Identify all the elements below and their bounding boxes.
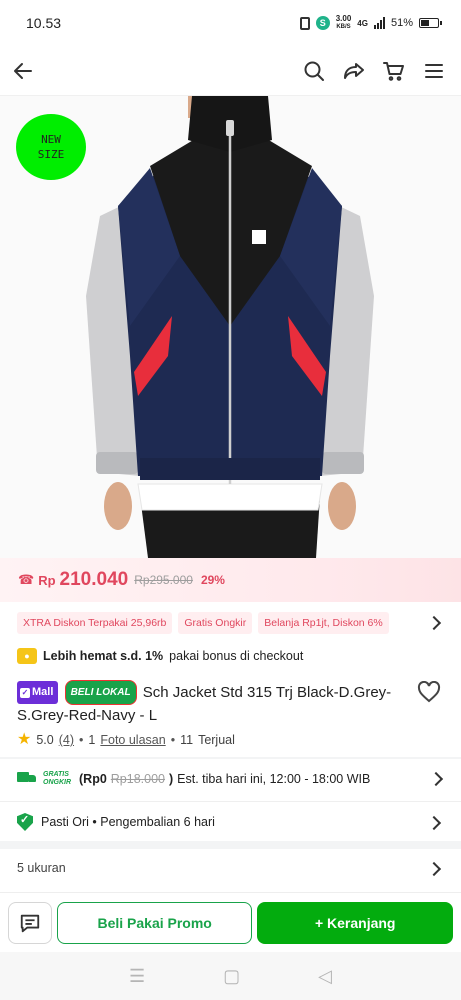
chevron-right-icon[interactable] [426, 861, 442, 877]
gratis-ongkir-logo: GRATIS ONGKIR [43, 771, 71, 786]
chat-button[interactable] [8, 901, 52, 944]
network-speed: 3.00 KB/S [335, 14, 352, 31]
bonus-info: ● Lebih hemat s.d. 1% pakai bonus di che… [17, 646, 303, 666]
beli-lokal-badge: BELI LOKAL [64, 680, 137, 705]
chat-icon [20, 914, 40, 932]
size-selector-row[interactable]: 5 ukuran [17, 857, 66, 879]
coin-icon: ● [17, 648, 37, 664]
promo-tag: Belanja Rp1jt, Diskon 6% [258, 612, 389, 634]
promo-tag: Gratis Ongkir [178, 612, 253, 634]
photo-review-link[interactable]: Foto ulasan [100, 733, 165, 747]
vibrate-icon [299, 16, 310, 30]
divider [0, 801, 461, 802]
menu-icon[interactable] [421, 58, 447, 84]
status-time: 10.53 [26, 15, 62, 31]
product-title-block: ✓ Mall BELI LOKAL Sch Jacket Std 315 Trj … [17, 680, 417, 726]
truck-icon [17, 772, 37, 786]
guarantee-row[interactable]: Pasti Ori • Pengembalian 6 hari [17, 811, 215, 833]
battery-icon [419, 18, 442, 28]
bottom-action-bar: Beli Pakai Promo + Keranjang [0, 892, 461, 952]
chevron-right-icon[interactable] [426, 815, 442, 831]
top-navigation [0, 46, 461, 96]
shield-check-icon [17, 813, 33, 831]
rating-row: ★ 5.0 (4) • 1 Foto ulasan • 11 Terjual [17, 731, 235, 748]
flash-sale-icon: ☎ [18, 572, 35, 587]
home-icon[interactable]: ▢ [223, 966, 240, 987]
buy-with-promo-button[interactable]: Beli Pakai Promo [56, 901, 253, 944]
check-icon: ✓ [20, 687, 30, 698]
divider [0, 841, 461, 849]
chevron-right-icon[interactable] [428, 771, 444, 787]
app-notification-icon: S [315, 16, 330, 30]
sold-count: 11 [180, 733, 194, 747]
battery-percent: 51% [390, 17, 413, 29]
chevron-right-icon[interactable] [426, 615, 442, 631]
signal-icon [373, 17, 385, 29]
promo-tag: XTRA Diskon Terpakai 25,96rb [17, 612, 173, 634]
price-original: Rp295.000 [134, 573, 193, 587]
status-icons: S 3.00 KB/S 4G 51% [299, 14, 442, 31]
promo-tags[interactable]: XTRA Diskon Terpakai 25,96rb Gratis Ongk… [0, 610, 461, 636]
recent-apps-icon[interactable]: ☰ [129, 966, 145, 987]
price-section: ☎ Rp 210.040 Rp295.000 29% [0, 558, 461, 602]
photo-review-count: 1 [88, 733, 96, 747]
shipping-row[interactable]: GRATIS ONGKIR (Rp0 Rp18.000) Est. tiba har… [17, 768, 447, 790]
rating-count-link[interactable]: (4) [59, 733, 74, 747]
network-type: 4G [357, 18, 368, 28]
product-image[interactable]: NEW SIZE [0, 96, 461, 558]
system-navigation-bar: ☰ ▢ ◁ [0, 952, 461, 1000]
divider [0, 757, 461, 759]
price-currency: Rp [38, 572, 56, 588]
nav-actions [301, 58, 447, 84]
search-icon[interactable] [301, 58, 327, 84]
status-bar: 10.53 S 3.00 KB/S 4G 51% [0, 0, 461, 46]
sold-label: Terjual [198, 733, 235, 747]
new-size-badge: NEW SIZE [16, 114, 86, 180]
share-icon[interactable] [341, 58, 367, 84]
discount-percent: 29% [200, 573, 225, 587]
add-to-cart-button[interactable]: + Keranjang [257, 901, 453, 944]
mall-badge: ✓ Mall [17, 681, 59, 704]
star-icon: ★ [17, 731, 32, 748]
wishlist-heart-icon[interactable] [417, 680, 441, 703]
price-current: 210.040 [59, 569, 129, 590]
back-icon[interactable]: ◁ [318, 966, 332, 987]
rating-value: 5.0 [36, 733, 54, 747]
shipping-estimate: Est. tiba hari ini, 12:00 - 18:00 WIB [177, 772, 371, 786]
back-arrow-icon[interactable] [10, 58, 36, 84]
cart-icon[interactable] [381, 58, 407, 84]
